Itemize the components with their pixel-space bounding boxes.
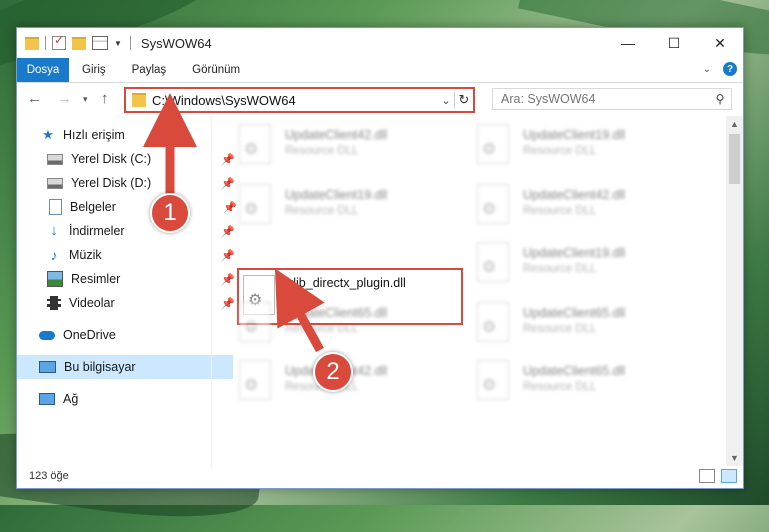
annotation-arrows (143, 93, 325, 353)
step-2-badge: 2 (313, 352, 353, 392)
step-1-badge: 1 (150, 193, 190, 233)
annotation-arrow-2 (274, 268, 325, 353)
